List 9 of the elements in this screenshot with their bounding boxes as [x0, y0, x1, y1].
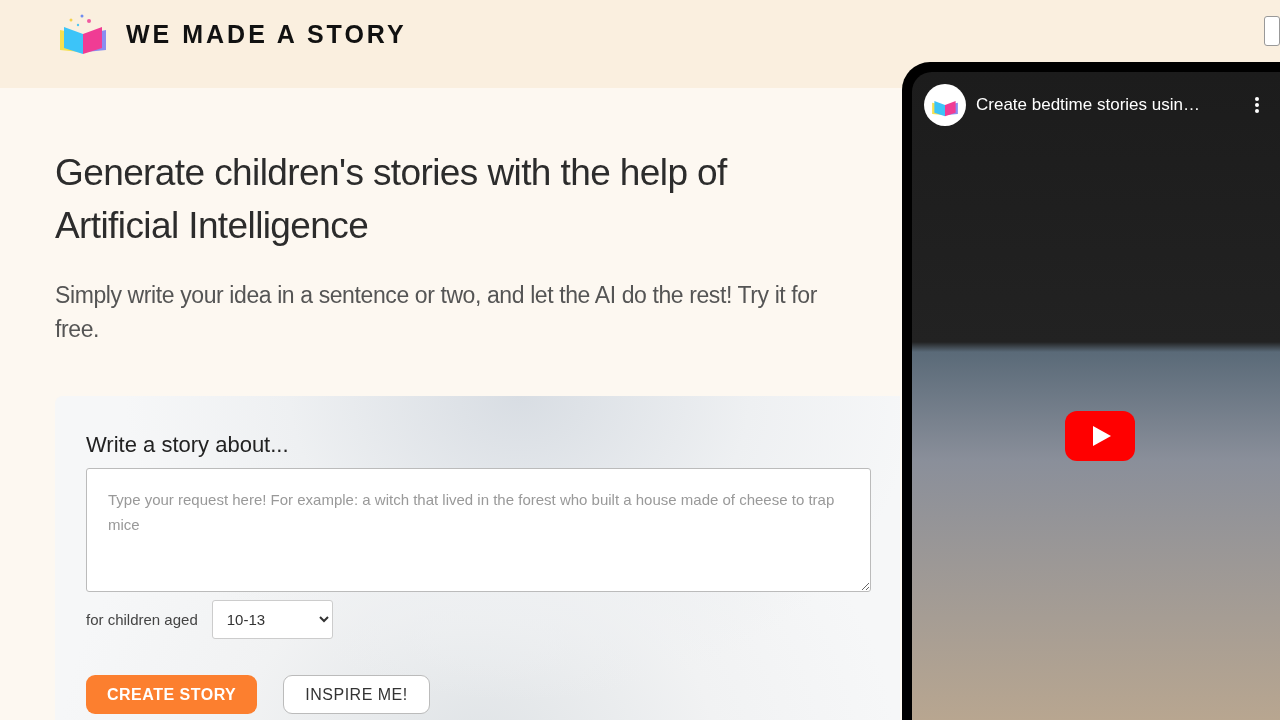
brand-name[interactable]: WE MADE A STORY [126, 19, 407, 49]
age-dropdown[interactable]: 10-13 [211, 600, 333, 639]
age-label: for children aged [86, 611, 198, 628]
story-request-field[interactable]: Type your request here! For example: a witch that lived in the forest who built a house made of cheese to trap mice [86, 468, 871, 592]
page-heading: Generate children's stories with the help of Artificial Intelligence [55, 151, 729, 248]
page-subtitle: Simply write your idea in a sentence or two, and let the AI do the rest! Try it for free. [55, 281, 818, 344]
form-heading: Write a story about... [86, 432, 290, 458]
video-title[interactable]: Create bedtime stories usin… [976, 95, 1244, 115]
inspire-button[interactable]: INSPIRE ME! [283, 675, 430, 714]
